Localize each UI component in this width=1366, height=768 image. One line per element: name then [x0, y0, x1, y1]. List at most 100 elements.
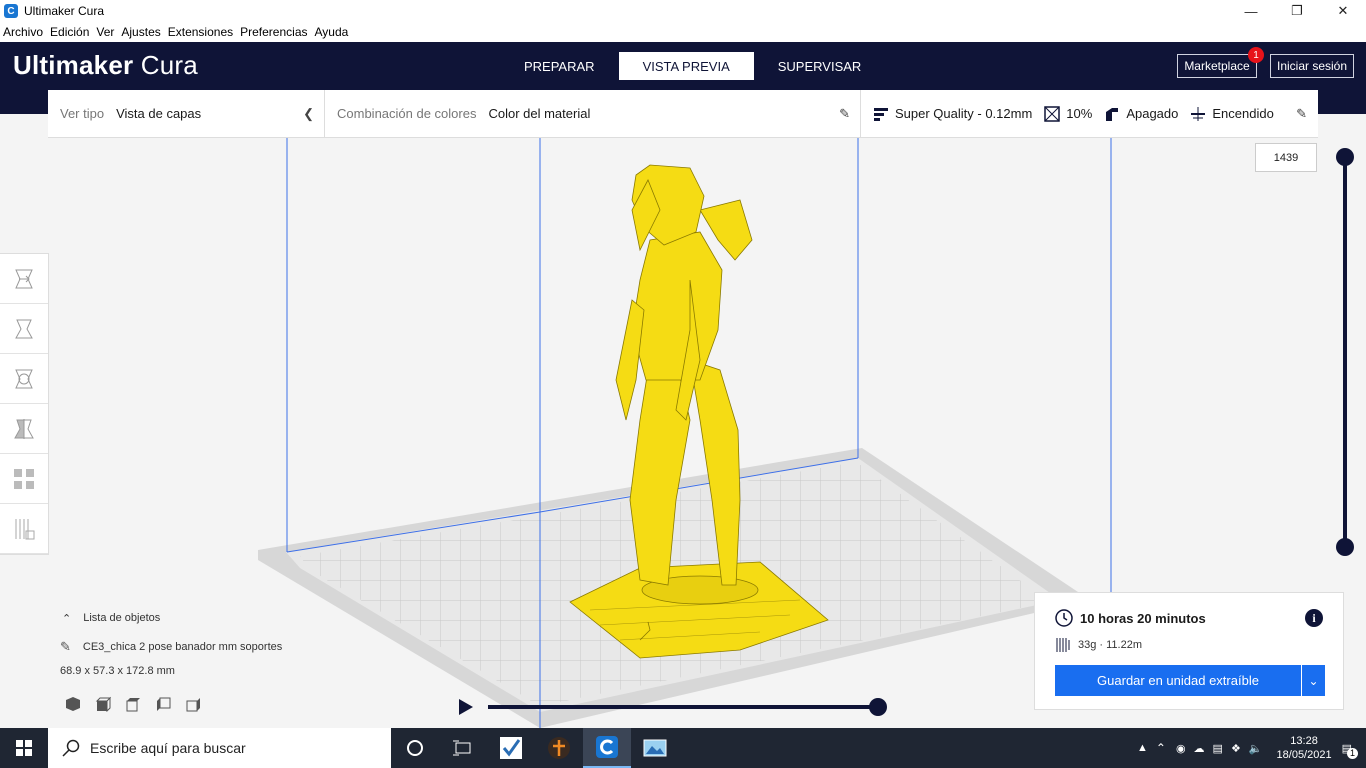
volume-icon[interactable]: 🔈 — [1249, 742, 1263, 755]
menu-ayuda[interactable]: Ayuda — [315, 25, 349, 39]
taskbar-app-orange[interactable] — [535, 728, 583, 768]
left-view-icon[interactable] — [153, 696, 173, 712]
top-view-icon[interactable] — [123, 696, 143, 712]
save-to-removable-button[interactable]: Guardar en unidad extraíble — [1055, 665, 1301, 696]
photos-icon — [643, 739, 667, 757]
windows-logo-icon — [16, 740, 32, 756]
simulation-path-handle[interactable] — [869, 698, 887, 716]
menu-ajustes[interactable]: Ajustes — [121, 25, 160, 39]
chevron-up-icon[interactable]: ⌃ — [1156, 741, 1166, 755]
camera-view-buttons — [63, 696, 213, 712]
taskbar-search[interactable]: Escribe aquí para buscar — [48, 728, 391, 768]
cura-app-icon: C — [4, 4, 18, 18]
tab-supervisar[interactable]: SUPERVISAR — [754, 52, 886, 80]
cura-icon — [596, 736, 618, 758]
task-view-icon — [453, 740, 471, 756]
mirror-icon — [14, 418, 34, 439]
object-name-row[interactable]: ✎ CE3_chica 2 pose banador mm soportes — [60, 639, 282, 655]
filament-icon — [1056, 638, 1070, 652]
menu-extensiones[interactable]: Extensiones — [168, 25, 233, 39]
adhesion-setting: Encendido — [1190, 106, 1274, 122]
onedrive-icon[interactable]: ☁ — [1194, 742, 1205, 755]
search-icon — [62, 739, 80, 757]
rotate-icon — [15, 369, 33, 388]
3d-view-icon[interactable] — [63, 696, 83, 712]
infill-setting: 10% — [1044, 105, 1092, 122]
rotate-tool-button[interactable] — [0, 354, 48, 404]
tab-preparar[interactable]: PREPARAR — [500, 52, 619, 80]
profile-setting: Super Quality - 0.12mm — [873, 106, 1032, 121]
menu-ver[interactable]: Ver — [96, 25, 114, 39]
chevron-down-icon: ⌄ — [1308, 673, 1319, 688]
taskbar-app-photos[interactable] — [631, 728, 679, 768]
minimize-button[interactable]: — — [1228, 0, 1274, 22]
taskbar-app-cura[interactable] — [583, 728, 631, 768]
object-name: CE3_chica 2 pose banador mm soportes — [82, 641, 283, 653]
view-type-selector[interactable]: Ver tipo Vista de capas ❮ — [48, 89, 325, 138]
cortana-button[interactable] — [391, 728, 439, 768]
dropbox-icon[interactable]: ❖ — [1231, 742, 1241, 755]
system-tray: ▲ ⌃ ◉ ☁ ▤ ❖ 🔈 13:28 18/05/2021 ▤ 1 — [1137, 728, 1366, 768]
object-list-toggle[interactable]: ⌃ Lista de objetos — [60, 610, 282, 626]
network-icon[interactable]: ▤ — [1213, 742, 1223, 755]
move-icon — [15, 269, 33, 288]
task-view-button[interactable] — [439, 728, 487, 768]
maximize-button[interactable]: ❐ — [1274, 0, 1320, 22]
clock-icon — [1055, 609, 1073, 627]
color-scheme-selector[interactable]: Combinación de colores Color del materia… — [325, 89, 861, 138]
right-view-icon[interactable] — [183, 696, 203, 712]
layer-slider-bottom-handle[interactable] — [1336, 538, 1354, 556]
meet-now-icon[interactable]: ◉ — [1176, 742, 1186, 755]
mirror-tool-button[interactable] — [0, 404, 48, 454]
save-options-dropdown[interactable]: ⌄ — [1302, 665, 1325, 696]
taskbar-clock[interactable]: 13:28 18/05/2021 — [1277, 734, 1332, 762]
start-button[interactable] — [0, 728, 48, 768]
app-logo: Ultimaker Cura — [13, 50, 198, 80]
print-settings-summary[interactable]: Super Quality - 0.12mm 10% Apagado Encen… — [861, 90, 1317, 138]
app-header: Ultimaker Cura PREPARAR VISTA PREVIA SUP… — [0, 42, 1366, 90]
support-icon — [1106, 107, 1119, 121]
windows-taskbar: Escribe aquí para buscar ▲ ⌃ ◉ ☁ ▤ ❖ 🔈 1… — [0, 728, 1366, 768]
signin-button[interactable]: Iniciar sesión — [1270, 54, 1354, 78]
close-button[interactable]: ✕ — [1320, 0, 1366, 22]
move-tool-button[interactable] — [0, 254, 48, 304]
menu-archivo[interactable]: Archivo — [3, 25, 43, 39]
object-dimensions: 68.9 x 57.3 x 172.8 mm — [60, 665, 175, 677]
adhesion-icon — [1191, 106, 1206, 121]
checkmark-app-icon — [500, 737, 522, 759]
app-icon-orange — [548, 737, 570, 759]
notifications-icon[interactable]: ▤ 1 — [1342, 742, 1358, 759]
chevron-left-icon: ❮ — [303, 105, 314, 121]
front-view-icon[interactable] — [93, 696, 113, 712]
info-icon[interactable]: i — [1305, 609, 1323, 627]
window-title: Ultimaker Cura — [24, 4, 105, 18]
marketplace-button[interactable]: Marketplace 1 — [1177, 47, 1264, 78]
tab-vista-previa[interactable]: VISTA PREVIA — [618, 52, 754, 80]
left-tool-panel — [0, 253, 49, 555]
scale-tool-button[interactable] — [0, 304, 48, 354]
layers-icon — [874, 107, 888, 121]
pencil-icon: ✎ — [60, 639, 71, 654]
layer-number-input[interactable]: 1439 — [1255, 143, 1317, 172]
object-list-header: Lista de objetos — [83, 612, 161, 624]
pencil-icon: ✎ — [1296, 105, 1307, 121]
taskbar-app-tasks[interactable] — [487, 728, 535, 768]
scroll-up-icon[interactable]: ▲ — [1137, 742, 1148, 754]
layer-slider-track[interactable] — [1343, 157, 1347, 547]
title-bar: C Ultimaker Cura — ❐ ✕ — [0, 0, 1366, 22]
support-setting: Apagado — [1104, 106, 1178, 122]
simulation-path-slider[interactable] — [488, 705, 878, 709]
infill-icon — [1044, 105, 1061, 122]
scale-icon — [15, 319, 33, 338]
object-list-panel: ⌃ Lista de objetos ✎ CE3_chica 2 pose ba… — [60, 610, 282, 679]
per-model-settings-button[interactable] — [0, 454, 48, 504]
menu-edicion[interactable]: Edición — [50, 25, 89, 39]
pencil-icon: ✎ — [839, 105, 850, 121]
play-simulation-button[interactable] — [459, 699, 473, 715]
stage-tabs: PREPARAR VISTA PREVIA SUPERVISAR — [500, 52, 885, 80]
layer-slider-top-handle[interactable] — [1336, 148, 1354, 166]
window-controls: — ❐ ✕ — [1228, 0, 1366, 22]
support-blocker-button[interactable] — [0, 504, 48, 554]
menu-preferencias[interactable]: Preferencias — [240, 25, 307, 39]
marketplace-badge: 1 — [1248, 47, 1264, 63]
